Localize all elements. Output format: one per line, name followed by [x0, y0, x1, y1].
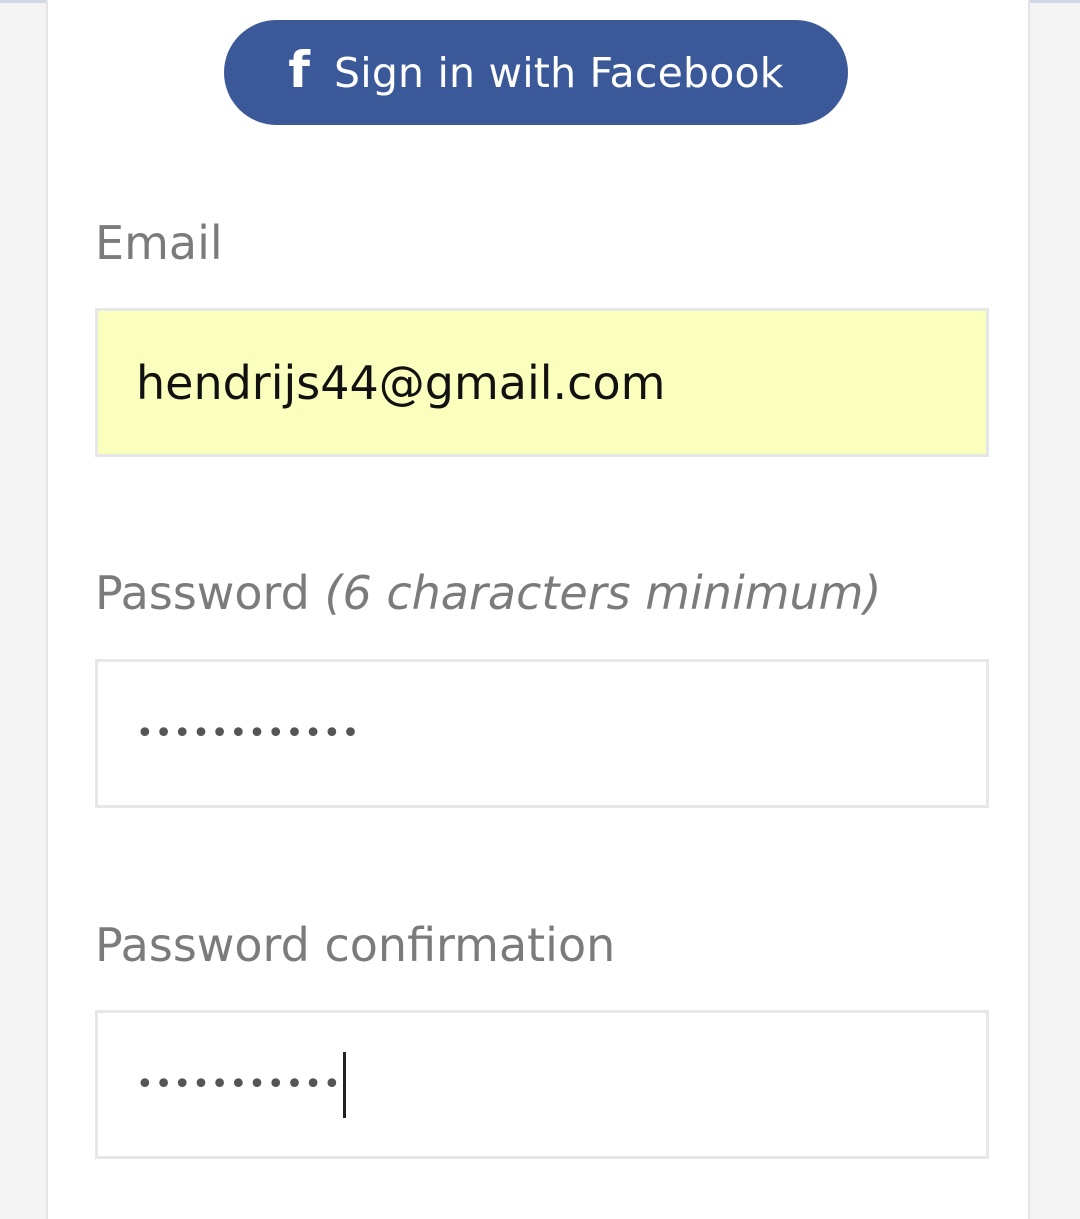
password-confirmation-field[interactable]: ••••••••••• [95, 1010, 989, 1159]
password-confirmation-label: Password confirmation [95, 922, 615, 968]
password-field[interactable]: •••••••••••• [95, 659, 989, 808]
password-value: •••••••••••• [136, 716, 361, 751]
email-field[interactable]: hendrijs44@gmail.com [95, 308, 989, 457]
password-confirmation-value: ••••••••••• [136, 1067, 342, 1102]
password-confirmation-label-text: Password confirmation [95, 918, 616, 972]
facebook-f-icon: f [288, 40, 310, 99]
facebook-sign-in-button[interactable]: f Sign in with Facebook [224, 20, 848, 125]
password-hint: (6 characters minimum) [324, 566, 882, 620]
password-label: Password (6 characters minimum) [95, 570, 881, 616]
text-cursor [342, 1051, 346, 1118]
password-label-text: Password [95, 566, 310, 620]
email-value: hendrijs44@gmail.com [136, 355, 666, 410]
email-label-text: Email [95, 216, 223, 270]
signup-form-card: f Sign in with Facebook Email hendrijs44… [46, 0, 1030, 1219]
facebook-sign-in-label: Sign in with Facebook [334, 48, 784, 97]
email-label: Email [95, 220, 223, 266]
